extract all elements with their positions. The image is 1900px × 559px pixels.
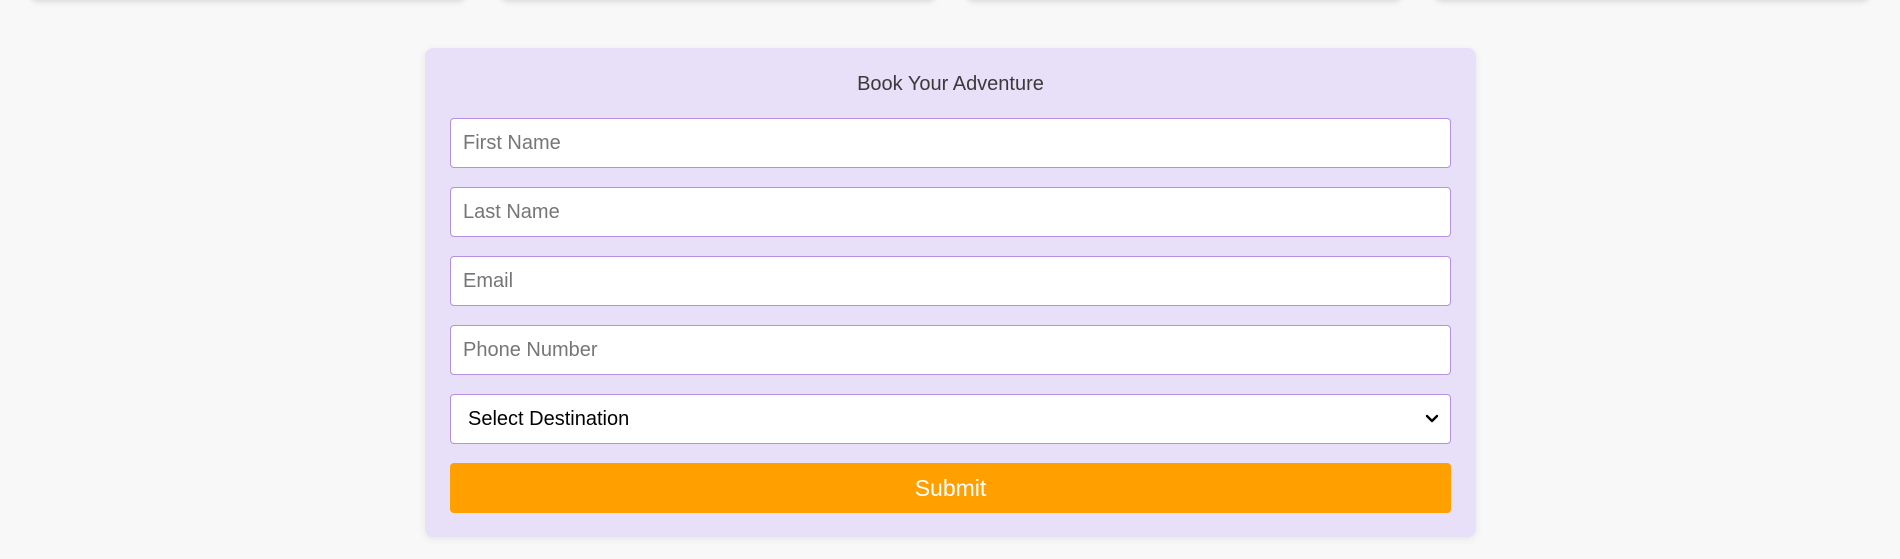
destination-select[interactable]: Select Destination bbox=[450, 394, 1451, 444]
top-card-row bbox=[0, 0, 1900, 12]
last-name-input[interactable] bbox=[450, 187, 1451, 237]
email-input[interactable] bbox=[450, 256, 1451, 306]
booking-form: Book Your Adventure Select Destination S… bbox=[425, 48, 1476, 537]
submit-button[interactable]: Submit bbox=[450, 463, 1451, 513]
destination-select-wrapper: Select Destination bbox=[450, 394, 1451, 444]
first-name-input[interactable] bbox=[450, 118, 1451, 168]
form-title: Book Your Adventure bbox=[857, 73, 1044, 95]
phone-input[interactable] bbox=[450, 325, 1451, 375]
